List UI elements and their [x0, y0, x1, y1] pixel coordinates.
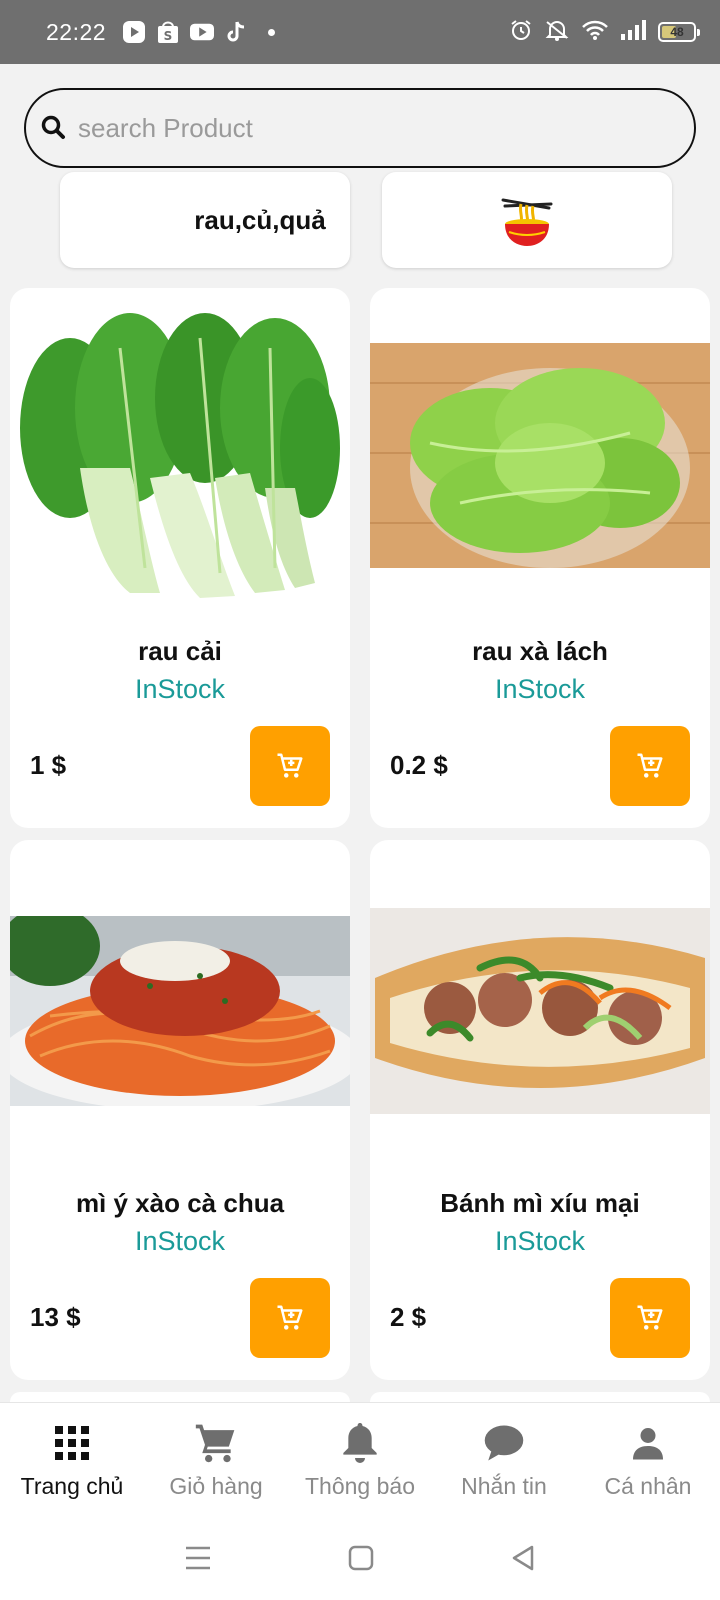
- stock-status: InStock: [134, 674, 226, 704]
- nav-label: Nhắn tin: [461, 1473, 547, 1499]
- product-card[interactable]: mì ý xào cà chua InStock 13 $: [10, 840, 350, 1380]
- system-status-icons: 48: [510, 19, 700, 46]
- category-noodles[interactable]: [382, 172, 672, 268]
- product-card[interactable]: Bánh mì xíu mại InStock 2 $: [370, 840, 710, 1380]
- nav-label: Cá nhân: [604, 1473, 692, 1499]
- product-name: mì ý xào cà chua: [75, 1188, 285, 1218]
- shopee-icon: S: [156, 20, 180, 44]
- product-name: rau cải: [138, 636, 222, 666]
- product-price: 2 $: [390, 1302, 427, 1332]
- product-price: 13 $: [30, 1302, 81, 1332]
- product-name: rau xà lách: [472, 636, 608, 666]
- search-icon: [41, 115, 65, 139]
- add-to-cart-button[interactable]: [610, 1278, 690, 1358]
- nav-label: Trang chủ: [20, 1473, 124, 1499]
- product-image-bok-choy: [10, 308, 350, 598]
- add-to-cart-button[interactable]: [250, 1278, 330, 1358]
- search-input[interactable]: [78, 112, 638, 144]
- cart-icon: [194, 1421, 238, 1465]
- chat-icon: [482, 1421, 526, 1465]
- nav-item-cart[interactable]: Giỏ hàng: [144, 1421, 288, 1500]
- stock-status: InStock: [134, 1226, 226, 1256]
- alarm-icon: [510, 19, 532, 46]
- home-icon[interactable]: [348, 1545, 374, 1576]
- product-image-banh-mi: [370, 908, 710, 1114]
- back-icon[interactable]: [510, 1545, 536, 1576]
- stock-status: InStock: [494, 1226, 586, 1256]
- cart-icon: [637, 1305, 663, 1330]
- product-image-lettuce: [370, 343, 710, 568]
- product-price: 0.2 $: [390, 750, 448, 780]
- wifi-icon: [582, 20, 608, 45]
- category-vegetables[interactable]: rau,củ,quả: [60, 172, 350, 268]
- status-time: 22:22: [46, 18, 107, 45]
- youtube-icon: [190, 20, 215, 44]
- system-navigation: [0, 1520, 720, 1600]
- nav-item-messages[interactable]: Nhắn tin: [432, 1421, 576, 1500]
- status-bar: 22:22 S 48: [0, 0, 720, 64]
- product-price: 1 $: [30, 750, 67, 780]
- product-card[interactable]: rau xà lách InStock 0.2 $: [370, 288, 710, 828]
- product-image-spaghetti: [10, 916, 350, 1106]
- more-notifications-dot: [268, 28, 276, 36]
- battery-icon: 48: [658, 22, 700, 42]
- noodle-bowl-icon: [501, 198, 553, 246]
- menu-icon[interactable]: [184, 1545, 212, 1576]
- product-card[interactable]: rau cải InStock 1 $: [10, 288, 350, 828]
- play-icon: [122, 20, 146, 44]
- stock-status: InStock: [494, 674, 586, 704]
- category-label: rau,củ,quả: [194, 204, 326, 235]
- nav-item-notifications[interactable]: Thông báo: [288, 1421, 432, 1500]
- product-name: Bánh mì xíu mại: [440, 1188, 640, 1218]
- bell-icon: [338, 1421, 382, 1465]
- nav-item-home[interactable]: Trang chủ: [0, 1421, 144, 1500]
- add-to-cart-button[interactable]: [250, 726, 330, 806]
- cart-icon: [277, 1305, 303, 1330]
- notification-icons: S: [122, 20, 276, 44]
- grid-icon: [50, 1421, 94, 1465]
- nav-label: Thông báo: [305, 1473, 415, 1499]
- nav-item-profile[interactable]: Cá nhân: [576, 1421, 720, 1500]
- nav-label: Giỏ hàng: [169, 1473, 263, 1499]
- person-icon: [626, 1421, 670, 1465]
- signal-icon: [620, 19, 646, 45]
- mute-icon: [544, 19, 570, 46]
- add-to-cart-button[interactable]: [610, 726, 690, 806]
- search-bar[interactable]: [24, 88, 696, 168]
- tiktok-icon: [224, 20, 248, 44]
- cart-icon: [277, 753, 303, 778]
- cart-icon: [637, 753, 663, 778]
- battery-percent: 48: [670, 25, 684, 39]
- svg-text:S: S: [164, 29, 173, 43]
